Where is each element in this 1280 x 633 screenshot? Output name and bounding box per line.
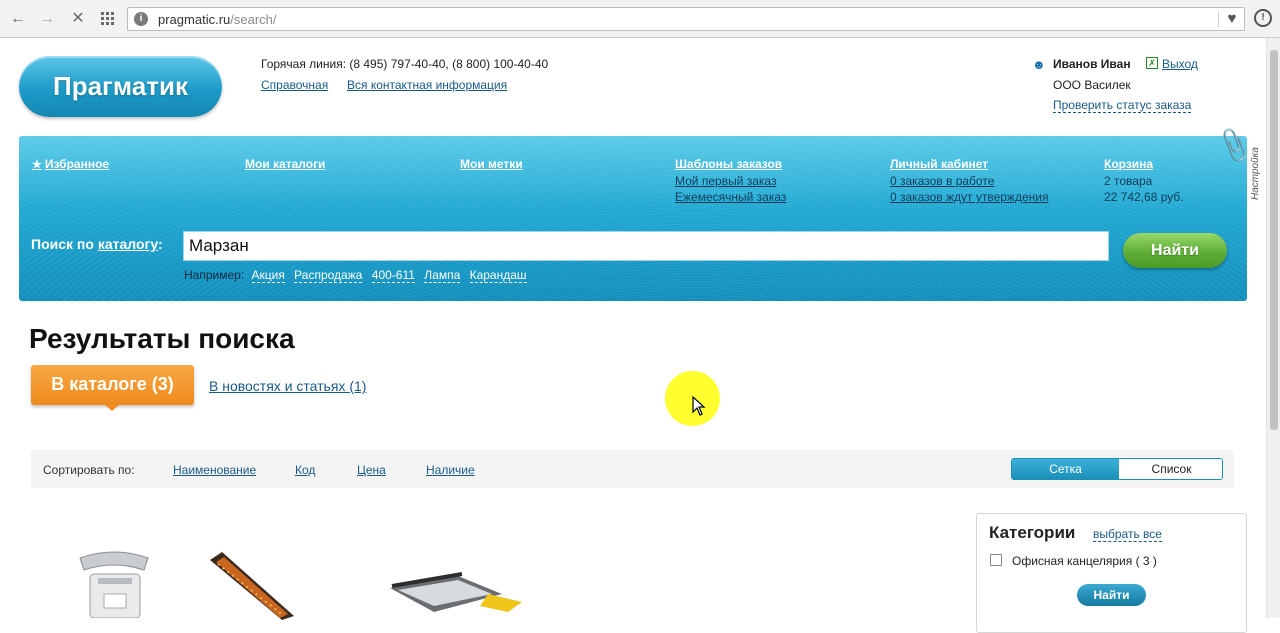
forward-icon[interactable]: →	[37, 9, 57, 29]
mouse-pointer-icon	[692, 395, 706, 421]
heart-icon[interactable]: ♥	[1222, 9, 1242, 29]
category-checkbox[interactable]	[990, 554, 1002, 566]
tab-catalog[interactable]: В каталоге (3)	[31, 365, 194, 405]
sort-by-name[interactable]: Наименование	[173, 463, 256, 477]
apply-filter-button[interactable]: Найти	[1077, 584, 1146, 606]
search-input[interactable]	[183, 231, 1109, 261]
product-image[interactable]	[388, 572, 528, 623]
address-bar[interactable]: i pragmatic.ru/search/ ♥	[127, 7, 1245, 31]
example-link[interactable]: Акция	[251, 268, 285, 283]
extension-icon[interactable]: !	[1254, 9, 1272, 27]
company-name: ООО Василек	[1053, 78, 1131, 92]
view-toggle: Сетка Список	[1011, 458, 1223, 480]
product-image[interactable]	[74, 548, 154, 623]
cart-count: 2 товара	[1104, 174, 1153, 188]
select-all-link[interactable]: выбрать все	[1093, 528, 1162, 542]
search-button[interactable]: Найти	[1123, 233, 1227, 268]
logout-link[interactable]: Выход	[1162, 57, 1198, 71]
search-label: Поиск по каталогу:	[31, 236, 163, 252]
settings-tab[interactable]: Настройка	[1250, 147, 1261, 200]
sort-by-code[interactable]: Код	[295, 463, 315, 477]
categories-title: Категории	[989, 523, 1076, 542]
view-grid-button[interactable]: Сетка	[1012, 459, 1119, 479]
catalog-scope-link[interactable]: каталогу	[98, 236, 158, 252]
nav-cabinet: Личный кабинет 0 заказов в работе 0 зака…	[890, 157, 1048, 203]
apps-grid-icon[interactable]	[98, 9, 118, 29]
template-item[interactable]: Ежемесячный заказ	[675, 191, 786, 203]
cabinet-link[interactable]: Личный кабинет	[890, 157, 1048, 171]
page-title: Результаты поиска	[29, 323, 295, 354]
back-icon[interactable]: ←	[8, 9, 28, 29]
cart-sum: 22 742,68 руб.	[1104, 190, 1184, 204]
help-link[interactable]: Справочная	[261, 78, 328, 92]
scrollbar-thumb[interactable]	[1270, 50, 1278, 430]
logout-icon[interactable]: ✗	[1146, 57, 1158, 69]
address-divider	[1218, 11, 1219, 27]
product-image[interactable]	[208, 550, 298, 625]
cabinet-item[interactable]: 0 заказов ждут утверждения	[890, 191, 1048, 203]
search-examples: Например: Акция Распродажа 400-611 Лампа…	[184, 268, 533, 283]
cabinet-item[interactable]: 0 заказов в работе	[890, 175, 1048, 187]
sort-label: Сортировать по:	[43, 463, 135, 477]
browser-toolbar: ← → ✕ i pragmatic.ru/search/ ♥ !	[0, 0, 1280, 38]
user-icon: ☻	[1032, 57, 1046, 72]
nav-tags[interactable]: Мои метки	[460, 157, 523, 171]
template-item[interactable]: Мой первый заказ	[675, 175, 786, 187]
nav-templates: Шаблоны заказов Мой первый заказ Ежемеся…	[675, 157, 786, 203]
nav-favorites[interactable]: ★ Избранное	[32, 157, 109, 171]
tags-link[interactable]: Мои метки	[460, 157, 523, 171]
active-tab-pointer	[104, 404, 120, 411]
tab-news[interactable]: В новостях и статьях (1)	[209, 378, 366, 394]
hotline-text: Горячая линия: (8 495) 797-40-40, (8 800…	[261, 57, 549, 71]
examples-label: Например:	[184, 268, 245, 282]
favorites-link[interactable]: Избранное	[45, 157, 109, 171]
example-link[interactable]: 400-611	[371, 268, 415, 283]
stop-icon[interactable]: ✕	[68, 9, 88, 29]
nav-catalogs[interactable]: Мои каталоги	[245, 157, 325, 171]
catalogs-link[interactable]: Мои каталоги	[245, 157, 325, 171]
site-logo[interactable]: Прагматик	[19, 56, 222, 117]
star-icon: ★	[32, 159, 42, 171]
url-text[interactable]: pragmatic.ru/search/	[158, 12, 277, 27]
example-link[interactable]: Распродажа	[294, 268, 363, 283]
nav-cart: Корзина 2 товара 22 742,68 руб.	[1104, 157, 1184, 203]
cart-link[interactable]: Корзина	[1104, 157, 1184, 171]
sort-by-stock[interactable]: Наличие	[426, 463, 475, 477]
contacts-link[interactable]: Вся контактная информация	[347, 78, 507, 92]
page-scrollbar[interactable]	[1266, 38, 1280, 618]
view-list-button[interactable]: Список	[1119, 459, 1222, 479]
page-info-icon[interactable]: i	[134, 12, 148, 26]
templates-link[interactable]: Шаблоны заказов	[675, 157, 786, 171]
category-label[interactable]: Офисная канцелярия ( 3 )	[1012, 554, 1157, 568]
user-name: Иванов Иван	[1053, 57, 1131, 71]
sort-by-price[interactable]: Цена	[357, 463, 386, 477]
order-status-link[interactable]: Проверить статус заказа	[1053, 98, 1192, 113]
example-link[interactable]: Карандаш	[469, 268, 527, 283]
example-link[interactable]: Лампа	[424, 268, 461, 283]
